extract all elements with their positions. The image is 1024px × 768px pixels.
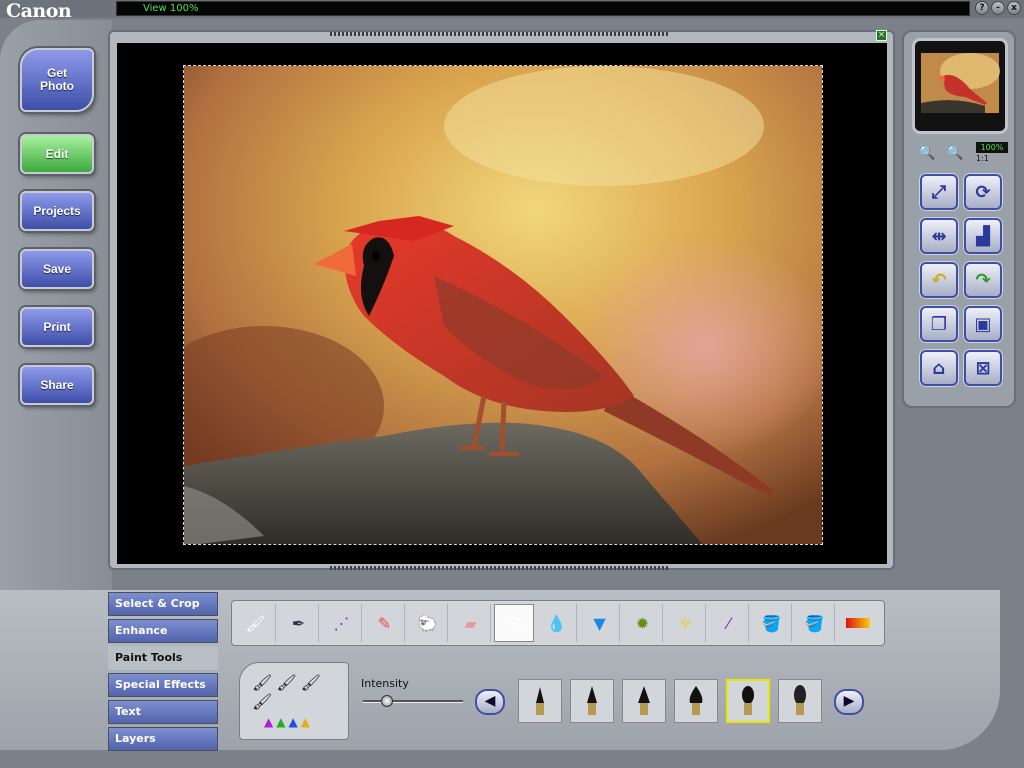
paste-icon[interactable]: ▣ xyxy=(964,306,1002,342)
zoom-out-icon[interactable]: 🔍 xyxy=(944,142,966,164)
lighten-icon[interactable]: ☼ xyxy=(666,604,706,642)
status-display: View 100% xyxy=(116,1,970,16)
tab-layers[interactable]: Layers xyxy=(108,727,218,751)
zoom-in-icon[interactable]: 🔍 xyxy=(916,142,938,164)
eraser-icon[interactable]: ▰ xyxy=(451,604,491,642)
rotate-icon[interactable]: ⟳ xyxy=(964,174,1002,210)
spray-can-icon[interactable]: ⋰ xyxy=(322,604,362,642)
resize-grip-top[interactable] xyxy=(330,32,670,36)
sharpen-cone-icon[interactable]: ▼ xyxy=(580,604,620,642)
zoom-controls: 🔍 🔍 100% 1:1 xyxy=(912,140,1010,166)
help-button[interactable]: ? xyxy=(975,1,989,15)
undo-icon[interactable]: ↶ xyxy=(920,262,958,298)
clone-stamp-icon[interactable]: 🐑 xyxy=(408,604,448,642)
red-eye-icon[interactable]: 👁 xyxy=(494,604,534,642)
get-photo-button[interactable]: Get Photo xyxy=(20,48,94,112)
projects-label: Projects xyxy=(33,204,81,218)
cardinal-photo[interactable] xyxy=(183,65,823,545)
intensity-slider[interactable] xyxy=(363,695,463,707)
brush-tip-6[interactable] xyxy=(778,679,822,723)
brush-tip-2[interactable] xyxy=(570,679,614,723)
minimize-button[interactable]: - xyxy=(991,1,1005,15)
brush-tip-4[interactable] xyxy=(674,679,718,723)
redo-icon[interactable]: ↷ xyxy=(964,262,1002,298)
tab-select-crop[interactable]: Select & Crop xyxy=(108,592,218,616)
gradient-icon[interactable] xyxy=(838,604,878,642)
tab-enhance[interactable]: Enhance xyxy=(108,619,218,643)
flip-horizontal-icon[interactable]: ⇹ xyxy=(920,218,958,254)
edit-label: Edit xyxy=(45,147,69,161)
crop-page-icon[interactable]: ▟ xyxy=(964,218,1002,254)
water-drop-icon[interactable]: 💧 xyxy=(537,604,577,642)
resize-grip-bottom[interactable] xyxy=(330,566,670,570)
close-button[interactable]: x xyxy=(1007,1,1021,15)
brush-scroll-right-button[interactable]: ▶ xyxy=(834,689,864,715)
intensity-label: Intensity xyxy=(361,677,409,690)
share-label: Share xyxy=(40,378,74,392)
brush-tip-5[interactable] xyxy=(726,679,770,723)
fit-to-window-icon[interactable]: ⤢ xyxy=(920,174,958,210)
brush-color-icons[interactable]: ▲▲▲▲ xyxy=(264,715,313,729)
brush-icon[interactable]: 🖌 xyxy=(236,604,276,642)
intensity-slider-thumb[interactable] xyxy=(380,695,393,707)
image-workspace: × xyxy=(108,30,895,570)
eyedropper-icon[interactable]: ⁄ xyxy=(709,604,749,642)
thumbnail-preview[interactable] xyxy=(912,38,1008,134)
pen-icon[interactable]: ✒ xyxy=(279,604,319,642)
zoom-ratio[interactable]: 1:1 xyxy=(976,154,989,163)
print-button[interactable]: Print xyxy=(20,307,94,347)
workspace-close-icon[interactable]: × xyxy=(876,30,887,41)
brush-size-icons[interactable]: 🖌🖌🖌🖌 xyxy=(252,673,348,711)
brush-preset-box: 🖌🖌🖌🖌 ▲▲▲▲ xyxy=(239,662,349,740)
projects-button[interactable]: Projects xyxy=(20,191,94,231)
restore-icon[interactable]: ⌂ xyxy=(920,350,958,386)
brightness-icon[interactable]: ✹ xyxy=(623,604,663,642)
frame-icon[interactable]: ⊠ xyxy=(964,350,1002,386)
brush-tip-3[interactable] xyxy=(622,679,666,723)
tab-special-effects[interactable]: Special Effects xyxy=(108,673,218,697)
app-logo: Canon xyxy=(6,0,72,22)
fill-tool-icon[interactable]: 🪣 xyxy=(795,604,835,642)
right-tool-panel: 🔍 🔍 100% 1:1 ⤢ ⟳ ⇹ ▟ ↶ ↷ ❐ ▣ ⌂ ⊠ xyxy=(902,30,1016,408)
brush-scroll-left-button[interactable]: ◀ xyxy=(475,689,505,715)
thumbnail-image xyxy=(921,53,1000,113)
pencil-icon[interactable]: ✎ xyxy=(365,604,405,642)
zoom-level: 100% xyxy=(976,142,1008,153)
get-photo-label: Get Photo xyxy=(40,66,74,93)
tab-paint-tools[interactable]: Paint Tools xyxy=(108,646,218,670)
tab-text[interactable]: Text xyxy=(108,700,218,724)
save-label: Save xyxy=(42,262,72,276)
save-button[interactable]: Save xyxy=(20,249,94,289)
photo-image xyxy=(184,66,822,544)
paint-tool-strip: 🖌 ✒ ⋰ ✎ 🐑 ▰ 👁 💧 ▼ ✹ ☼ ⁄ 🪣 🪣 xyxy=(231,600,885,646)
paint-bucket-icon[interactable]: 🪣 xyxy=(752,604,792,642)
print-label: Print xyxy=(43,320,71,334)
brush-tip-1[interactable] xyxy=(518,679,562,723)
title-bar: Canon View 100% ? - x xyxy=(0,0,1024,22)
edit-button[interactable]: Edit xyxy=(20,134,94,174)
image-canvas[interactable] xyxy=(117,43,887,564)
duplicate-icon[interactable]: ❐ xyxy=(920,306,958,342)
share-button[interactable]: Share xyxy=(20,365,94,405)
